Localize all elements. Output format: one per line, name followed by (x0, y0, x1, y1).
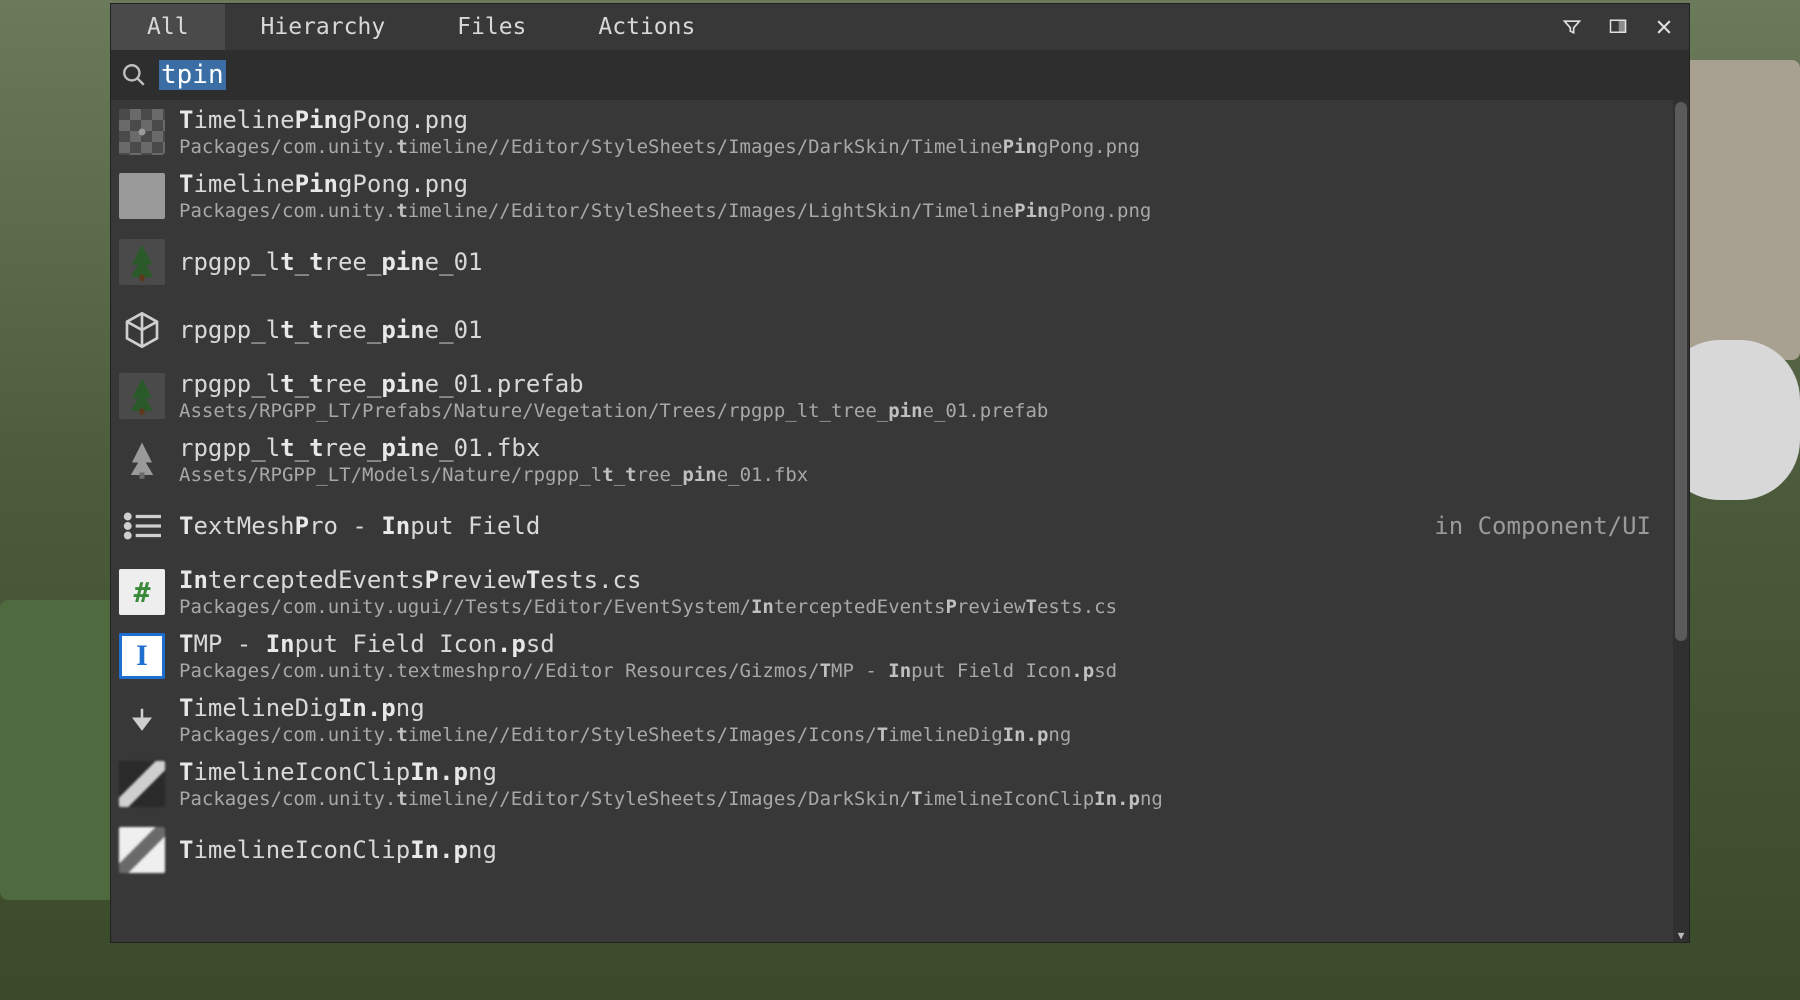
scrollbar-thumb[interactable] (1675, 102, 1687, 641)
result-path: Packages/com.unity.timeline//Editor/Styl… (179, 200, 1659, 222)
result-text: TMP - Input Field Icon.psdPackages/com.u… (179, 630, 1659, 682)
result-path: Assets/RPGPP_LT/Models/Nature/rpgpp_lt_t… (179, 464, 1659, 486)
result-row[interactable]: TextMeshPro - Input Field in Component/UI (111, 492, 1671, 560)
result-text: TextMeshPro - Input Field (179, 512, 1420, 540)
result-title: rpgpp_lt_tree_pine_01.prefab (179, 370, 1659, 398)
result-thumb (119, 109, 165, 155)
result-title: TimelinePingPong.png (179, 106, 1659, 134)
result-thumb (119, 173, 165, 219)
result-title: rpgpp_lt_tree_pine_01 (179, 316, 1659, 344)
result-title: TimelinePingPong.png (179, 170, 1659, 198)
result-thumb (119, 503, 165, 549)
scroll-down-icon[interactable]: ▼ (1673, 928, 1689, 942)
search-input[interactable]: tpin (159, 60, 1679, 90)
result-row[interactable]: TimelineIconClipIn.pngPackages/com.unity… (111, 752, 1671, 816)
result-thumb (119, 761, 165, 807)
results-area: TimelinePingPong.pngPackages/com.unity.t… (111, 100, 1689, 942)
result-path: Packages/com.unity.textmeshpro//Editor R… (179, 660, 1659, 682)
close-icon[interactable] (1653, 16, 1675, 38)
filter-icon[interactable] (1561, 16, 1583, 38)
result-thumb (119, 373, 165, 419)
result-title: TimelineIconClipIn.png (179, 836, 1659, 864)
result-text: rpgpp_lt_tree_pine_01.prefabAssets/RPGPP… (179, 370, 1659, 422)
result-row[interactable]: TimelinePingPong.pngPackages/com.unity.t… (111, 100, 1671, 164)
result-thumb (119, 437, 165, 483)
result-text: TimelineDigIn.pngPackages/com.unity.time… (179, 694, 1659, 746)
result-row[interactable]: rpgpp_lt_tree_pine_01.fbxAssets/RPGPP_LT… (111, 428, 1671, 492)
result-path: Packages/com.unity.timeline//Editor/Styl… (179, 136, 1659, 158)
result-text: InterceptedEventsPreviewTests.csPackages… (179, 566, 1659, 618)
result-row[interactable]: # InterceptedEventsPreviewTests.csPackage… (111, 560, 1671, 624)
result-thumb: # (119, 569, 165, 615)
result-text: TimelinePingPong.pngPackages/com.unity.t… (179, 170, 1659, 222)
search-query-selected: tpin (159, 60, 226, 90)
result-title: rpgpp_lt_tree_pine_01 (179, 248, 1659, 276)
result-path: Packages/com.unity.timeline//Editor/Styl… (179, 788, 1659, 810)
result-text: rpgpp_lt_tree_pine_01 (179, 316, 1659, 344)
result-row[interactable]: I TMP - Input Field Icon.psdPackages/com.… (111, 624, 1671, 688)
preview-panel-icon[interactable] (1607, 16, 1629, 38)
result-text: TimelineIconClipIn.pngPackages/com.unity… (179, 758, 1659, 810)
result-title: TimelineDigIn.png (179, 694, 1659, 722)
tab-hierarchy[interactable]: Hierarchy (225, 4, 422, 50)
scrollbar[interactable]: ▲ ▼ (1673, 100, 1689, 942)
result-thumb: I (119, 633, 165, 679)
result-row[interactable]: rpgpp_lt_tree_pine_01.prefabAssets/RPGPP… (111, 364, 1671, 428)
result-row[interactable]: TimelinePingPong.pngPackages/com.unity.t… (111, 164, 1671, 228)
result-title: rpgpp_lt_tree_pine_01.fbx (179, 434, 1659, 462)
result-row[interactable]: TimelineDigIn.pngPackages/com.unity.time… (111, 688, 1671, 752)
result-aside: in Component/UI (1434, 512, 1659, 540)
result-text: TimelineIconClipIn.png (179, 836, 1659, 864)
result-row[interactable]: rpgpp_lt_tree_pine_01 (111, 228, 1671, 296)
result-title: TMP - Input Field Icon.psd (179, 630, 1659, 658)
result-path: Packages/com.unity.timeline//Editor/Styl… (179, 724, 1659, 746)
result-thumb (119, 307, 165, 353)
search-icon (121, 62, 147, 88)
quick-search-panel: All Hierarchy Files Actions tpin Timelin… (110, 3, 1690, 943)
result-title: TimelineIconClipIn.png (179, 758, 1659, 786)
result-title: InterceptedEventsPreviewTests.cs (179, 566, 1659, 594)
tab-all[interactable]: All (111, 4, 225, 50)
result-path: Packages/com.unity.ugui//Tests/Editor/Ev… (179, 596, 1659, 618)
result-path: Assets/RPGPP_LT/Prefabs/Nature/Vegetatio… (179, 400, 1659, 422)
result-text: rpgpp_lt_tree_pine_01 (179, 248, 1659, 276)
result-thumb (119, 697, 165, 743)
tab-files[interactable]: Files (421, 4, 562, 50)
tab-actions[interactable]: Actions (562, 4, 731, 50)
result-thumb (119, 239, 165, 285)
search-row: tpin (111, 50, 1689, 100)
result-title: TextMeshPro - Input Field (179, 512, 1420, 540)
result-row[interactable]: TimelineIconClipIn.png (111, 816, 1671, 884)
result-thumb (119, 827, 165, 873)
search-tab-bar: All Hierarchy Files Actions (111, 4, 1689, 50)
result-text: rpgpp_lt_tree_pine_01.fbxAssets/RPGPP_LT… (179, 434, 1659, 486)
result-text: TimelinePingPong.pngPackages/com.unity.t… (179, 106, 1659, 158)
result-row[interactable]: rpgpp_lt_tree_pine_01 (111, 296, 1671, 364)
